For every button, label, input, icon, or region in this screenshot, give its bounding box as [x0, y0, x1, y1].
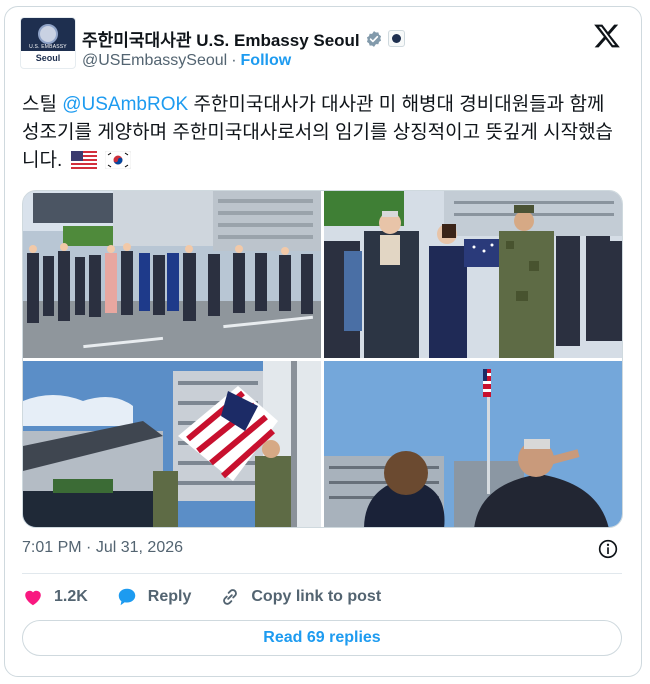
tweet-text-prefix: 스틸 [22, 94, 63, 115]
follow-button[interactable]: Follow [241, 52, 292, 69]
heart-icon [25, 590, 41, 606]
photo-saluting-flag[interactable] [324, 361, 622, 527]
post-date: Jul 31, 2026 [95, 539, 184, 556]
copy-link-label: Copy link to post [251, 588, 382, 605]
photo-embassy-staff[interactable] [23, 191, 321, 358]
reply-bubble-icon [118, 588, 136, 606]
separator: · [231, 52, 237, 69]
author-name-row: 주한미국대사관 U.S. Embassy Seoul [82, 26, 405, 51]
copy-link-button[interactable]: Copy link to post [219, 586, 381, 608]
action-bar: 1.2K Reply Copy link to post [22, 584, 409, 610]
affiliation-badge-icon[interactable] [387, 30, 405, 47]
reply-label: Reply [147, 588, 192, 605]
timestamp[interactable]: 7:01 PM · Jul 31, 2026 [22, 539, 183, 557]
avatar[interactable]: U.S. EMBASSY Seoul [20, 17, 76, 69]
like-button[interactable]: 1.2K [22, 586, 88, 608]
mention-link[interactable]: @USAmbROK [62, 94, 188, 115]
verified-badge-icon [366, 30, 381, 47]
handle-row: @USEmbassySeoul · Follow [82, 52, 291, 70]
read-replies-button[interactable]: Read 69 replies [22, 620, 622, 656]
avatar-city: Seoul [35, 53, 61, 63]
kr-flag-icon [104, 151, 131, 169]
link-icon [223, 589, 238, 605]
photo-flag-handover[interactable] [324, 191, 622, 358]
info-icon[interactable] [598, 539, 618, 559]
avatar-band: U.S. EMBASSY [21, 44, 75, 51]
handle[interactable]: @USEmbassySeoul [82, 52, 227, 69]
reply-button[interactable]: Reply [116, 586, 192, 608]
post-time: 7:01 PM [22, 539, 82, 556]
photo-raising-flag[interactable] [23, 361, 321, 527]
divider [22, 573, 622, 574]
us-flag-icon [70, 151, 97, 169]
tweet-text: 스틸 @USAmbROK 주한미국대사가 대사관 미 해병대 경비대원들과 함께… [22, 91, 622, 175]
time-separator: · [86, 539, 92, 556]
like-count: 1.2K [54, 588, 88, 605]
media-grid[interactable] [22, 190, 623, 528]
display-name[interactable]: 주한미국대사관 U.S. Embassy Seoul [82, 26, 360, 51]
x-logo-icon[interactable] [593, 22, 621, 50]
